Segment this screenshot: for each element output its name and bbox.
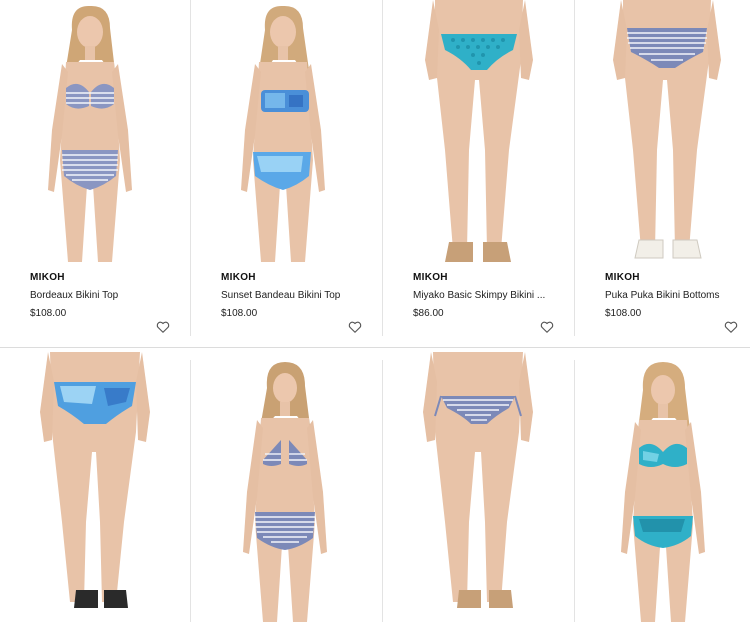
product-card[interactable] xyxy=(575,352,750,622)
product-card[interactable]: MIKOH Puka Puka Bikini Bottoms $108.00 xyxy=(575,0,750,343)
product-row xyxy=(0,352,750,622)
product-image[interactable] xyxy=(0,0,190,262)
heart-icon[interactable] xyxy=(348,320,362,334)
product-image[interactable] xyxy=(383,352,574,622)
product-image[interactable] xyxy=(575,352,750,622)
product-price: $86.00 xyxy=(413,308,444,319)
product-image[interactable] xyxy=(383,0,574,262)
product-brand[interactable]: MIKOH xyxy=(605,272,640,283)
heart-icon[interactable] xyxy=(724,320,738,334)
product-name[interactable]: Miyako Basic Skimpy Bikini ... xyxy=(413,290,545,301)
product-image[interactable] xyxy=(575,0,750,262)
product-image[interactable] xyxy=(191,352,382,622)
product-card[interactable] xyxy=(0,352,190,622)
row-divider xyxy=(0,347,750,348)
product-brand[interactable]: MIKOH xyxy=(221,272,256,283)
product-price: $108.00 xyxy=(605,308,642,319)
product-row: MIKOH Bordeaux Bikini Top $108.00 MIKOH … xyxy=(0,0,750,343)
product-brand[interactable]: MIKOH xyxy=(413,272,448,283)
product-brand[interactable]: MIKOH xyxy=(30,272,65,283)
product-image[interactable] xyxy=(191,0,382,262)
product-name[interactable]: Puka Puka Bikini Bottoms xyxy=(605,290,720,301)
product-card[interactable] xyxy=(383,352,574,622)
product-price: $108.00 xyxy=(30,308,67,319)
product-grid: MIKOH Bordeaux Bikini Top $108.00 MIKOH … xyxy=(0,0,750,622)
product-name[interactable]: Sunset Bandeau Bikini Top xyxy=(221,290,340,301)
heart-icon[interactable] xyxy=(156,320,170,334)
product-card[interactable]: MIKOH Sunset Bandeau Bikini Top $108.00 xyxy=(191,0,382,343)
product-card[interactable] xyxy=(191,352,382,622)
product-card[interactable]: MIKOH Miyako Basic Skimpy Bikini ... $86… xyxy=(383,0,574,343)
product-price: $108.00 xyxy=(221,308,258,319)
product-card[interactable]: MIKOH Bordeaux Bikini Top $108.00 xyxy=(0,0,190,343)
product-image[interactable] xyxy=(0,352,190,622)
product-name[interactable]: Bordeaux Bikini Top xyxy=(30,290,118,301)
heart-icon[interactable] xyxy=(540,320,554,334)
